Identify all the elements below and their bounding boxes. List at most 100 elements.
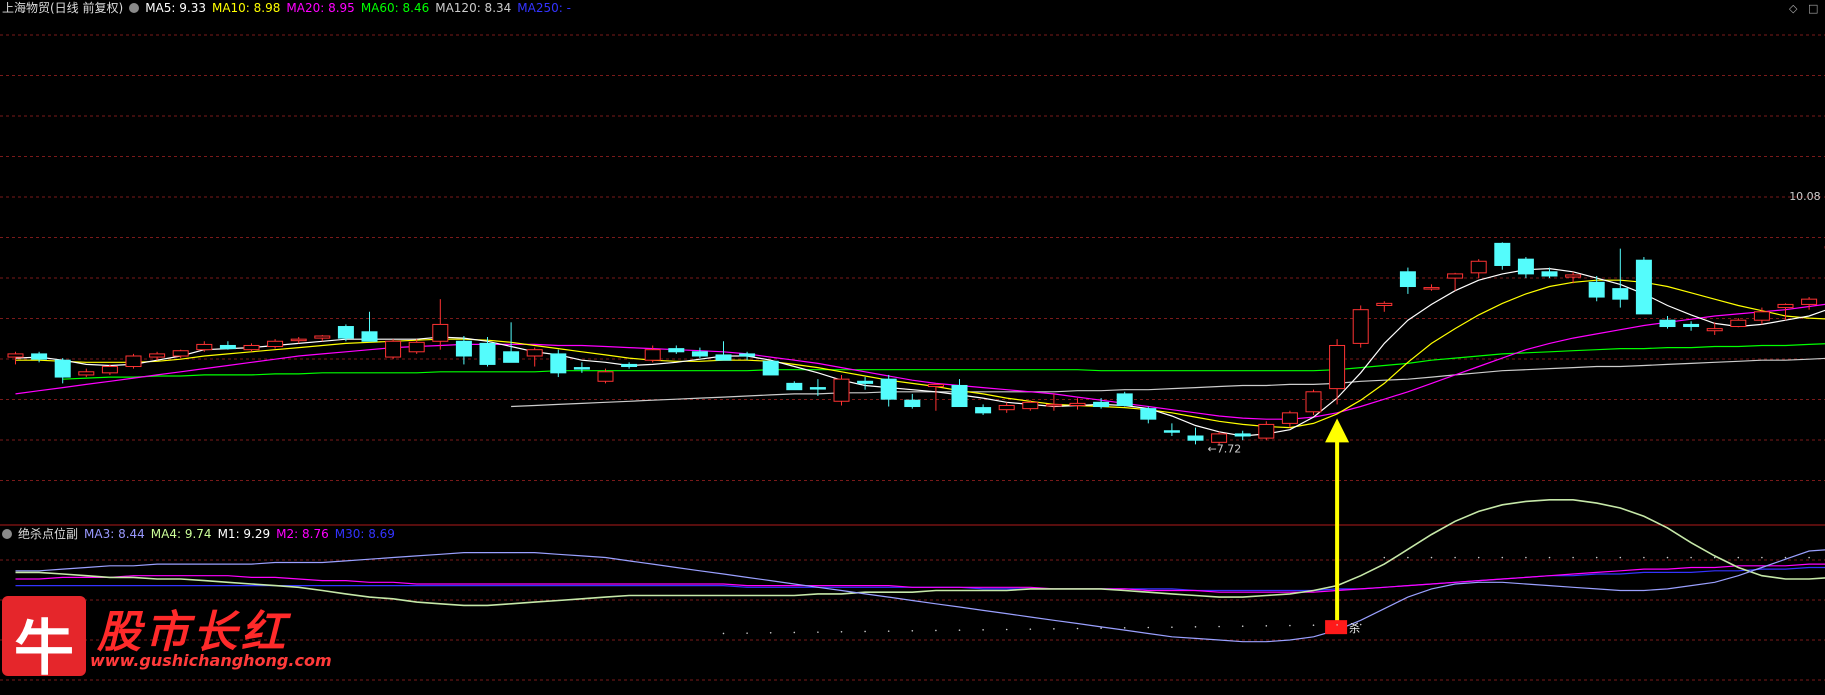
candle-body[interactable] — [1376, 302, 1393, 306]
candle[interactable] — [621, 362, 638, 369]
candle-body[interactable] — [927, 383, 944, 388]
candle[interactable] — [668, 345, 685, 354]
candle-body[interactable] — [361, 331, 378, 342]
candle[interactable] — [361, 311, 378, 342]
candle[interactable] — [1281, 410, 1298, 428]
settings-dot-icon[interactable] — [129, 3, 140, 13]
candle-body[interactable] — [1730, 319, 1747, 328]
candle-body[interactable] — [479, 342, 496, 365]
candle-body[interactable] — [172, 350, 189, 357]
candle-body[interactable] — [1423, 287, 1440, 290]
candle-body[interactable] — [1565, 274, 1582, 278]
candle-body[interactable] — [503, 351, 520, 363]
candle-body[interactable] — [1635, 259, 1652, 315]
candle-body[interactable] — [337, 326, 354, 339]
candle-body[interactable] — [1163, 430, 1180, 433]
candle[interactable] — [1258, 421, 1275, 441]
candle[interactable] — [786, 381, 803, 391]
candle[interactable] — [1399, 267, 1416, 294]
candle-body[interactable] — [1352, 309, 1369, 344]
candle[interactable] — [408, 339, 425, 354]
candle-body[interactable] — [904, 399, 921, 408]
diamond-icon[interactable]: ◇ — [1789, 2, 1797, 15]
candle-body[interactable] — [1022, 401, 1039, 410]
candle-body[interactable] — [432, 323, 449, 342]
candle[interactable] — [1234, 430, 1251, 441]
candle[interactable] — [1187, 427, 1204, 445]
candle-body[interactable] — [1801, 298, 1818, 305]
candle[interactable] — [880, 374, 897, 407]
candle[interactable] — [196, 341, 213, 352]
candle-body[interactable] — [1541, 271, 1558, 277]
candle-body[interactable] — [1706, 328, 1723, 332]
candle[interactable] — [1352, 305, 1369, 348]
candle-body[interactable] — [125, 355, 142, 368]
candle[interactable] — [1635, 257, 1652, 315]
candle-body[interactable] — [691, 351, 708, 357]
candle[interactable] — [904, 393, 921, 409]
candle[interactable] — [975, 404, 992, 415]
candle[interactable] — [78, 368, 95, 378]
candle[interactable] — [1777, 303, 1794, 321]
candle[interactable] — [54, 358, 71, 384]
candle-body[interactable] — [573, 367, 590, 370]
candle[interactable] — [1659, 316, 1676, 329]
candle-body[interactable] — [78, 371, 95, 376]
candle[interactable] — [219, 341, 236, 350]
candlesticks[interactable] — [7, 196, 1825, 445]
candle-body[interactable] — [1211, 433, 1228, 443]
candle[interactable] — [1045, 393, 1062, 411]
candle-body[interactable] — [975, 407, 992, 414]
candle-body[interactable] — [31, 353, 48, 360]
candle-body[interactable] — [1329, 344, 1346, 390]
candle[interactable] — [526, 347, 543, 367]
candle-body[interactable] — [550, 353, 567, 374]
candle[interactable] — [691, 347, 708, 359]
candle[interactable] — [998, 402, 1015, 413]
candle-body[interactable] — [267, 340, 284, 348]
candle[interactable] — [550, 349, 567, 378]
candle[interactable] — [1470, 259, 1487, 279]
candle-body[interactable] — [998, 404, 1015, 411]
candle-body[interactable] — [7, 353, 24, 358]
candle-body[interactable] — [1753, 311, 1770, 321]
candle[interactable] — [243, 343, 260, 352]
candle-body[interactable] — [1234, 433, 1251, 437]
candle[interactable] — [1494, 242, 1511, 270]
candle-body[interactable] — [1069, 402, 1086, 406]
candle-body[interactable] — [715, 354, 732, 361]
candle-body[interactable] — [644, 349, 661, 361]
candle-body[interactable] — [739, 353, 756, 357]
candle-body[interactable] — [1588, 281, 1605, 298]
candle-body[interactable] — [1399, 271, 1416, 288]
candle[interactable] — [1305, 389, 1322, 415]
candle-body[interactable] — [1140, 408, 1157, 420]
candle[interactable] — [1376, 301, 1393, 312]
candle-body[interactable] — [621, 363, 638, 368]
candle-body[interactable] — [1093, 401, 1110, 408]
candle[interactable] — [833, 374, 850, 406]
candle-body[interactable] — [1447, 273, 1464, 279]
candle-body[interactable] — [880, 378, 897, 400]
candle-body[interactable] — [526, 349, 543, 357]
candle[interactable] — [1163, 423, 1180, 436]
candle-body[interactable] — [408, 341, 425, 353]
candle[interactable] — [1730, 318, 1747, 328]
candle-body[interactable] — [1683, 323, 1700, 328]
stock-chart[interactable]: 10.08 ←7.72 杀 — [0, 0, 1825, 695]
candle[interactable] — [479, 337, 496, 367]
candle-body[interactable] — [1187, 435, 1204, 441]
candle[interactable] — [1329, 339, 1346, 405]
candle-body[interactable] — [196, 343, 213, 351]
candle[interactable] — [267, 339, 284, 349]
candle-body[interactable] — [1045, 403, 1062, 407]
candle-body[interactable] — [1305, 391, 1322, 413]
candle-body[interactable] — [1777, 303, 1794, 309]
candle-body[interactable] — [1116, 393, 1133, 406]
candle-body[interactable] — [314, 335, 331, 339]
candle-body[interactable] — [290, 338, 307, 342]
candle-body[interactable] — [951, 384, 968, 408]
candle[interactable] — [432, 299, 449, 350]
candle[interactable] — [762, 360, 779, 376]
candle-body[interactable] — [597, 371, 614, 382]
